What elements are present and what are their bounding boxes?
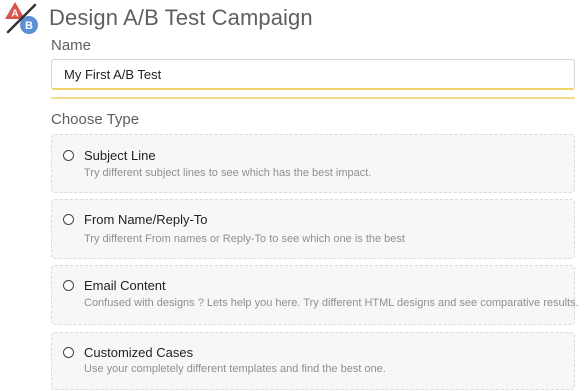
option-title: Email Content	[84, 278, 166, 293]
input-focus-underline	[51, 97, 575, 99]
ab-test-page: A B Design A/B Test Campaign Name Choose…	[0, 0, 588, 391]
page-title: Design A/B Test Campaign	[49, 5, 313, 30]
option-customized-cases[interactable]: Customized Cases Use your completely dif…	[51, 332, 575, 390]
option-description: Try different From names or Reply-To to …	[84, 233, 405, 245]
option-description: Use your completely different templates …	[84, 363, 386, 375]
choose-type-label: Choose Type	[51, 111, 140, 128]
option-title: Subject Line	[84, 148, 156, 163]
option-from-name-reply-to[interactable]: From Name/Reply-To Try different From na…	[51, 199, 575, 259]
option-title: Customized Cases	[84, 345, 194, 360]
ab-test-logo-icon: A B	[4, 0, 40, 36]
logo-letter-a: A	[11, 9, 18, 20]
option-description: Try different subject lines to see which…	[84, 167, 372, 179]
email-content-radio[interactable]	[63, 280, 74, 291]
option-email-content[interactable]: Email Content Confused with designs ? Le…	[51, 265, 579, 325]
logo-letter-b: B	[25, 20, 33, 32]
option-description: Confused with designs ? Lets help you he…	[84, 297, 579, 309]
page-header: A B Design A/B Test Campaign	[4, 0, 313, 36]
from-name-radio[interactable]	[63, 214, 74, 225]
subject-line-radio[interactable]	[63, 150, 74, 161]
option-title: From Name/Reply-To	[84, 212, 208, 227]
option-subject-line[interactable]: Subject Line Try different subject lines…	[51, 134, 575, 193]
name-label: Name	[51, 37, 92, 54]
customized-cases-radio[interactable]	[63, 347, 74, 358]
campaign-name-input[interactable]	[51, 59, 575, 90]
